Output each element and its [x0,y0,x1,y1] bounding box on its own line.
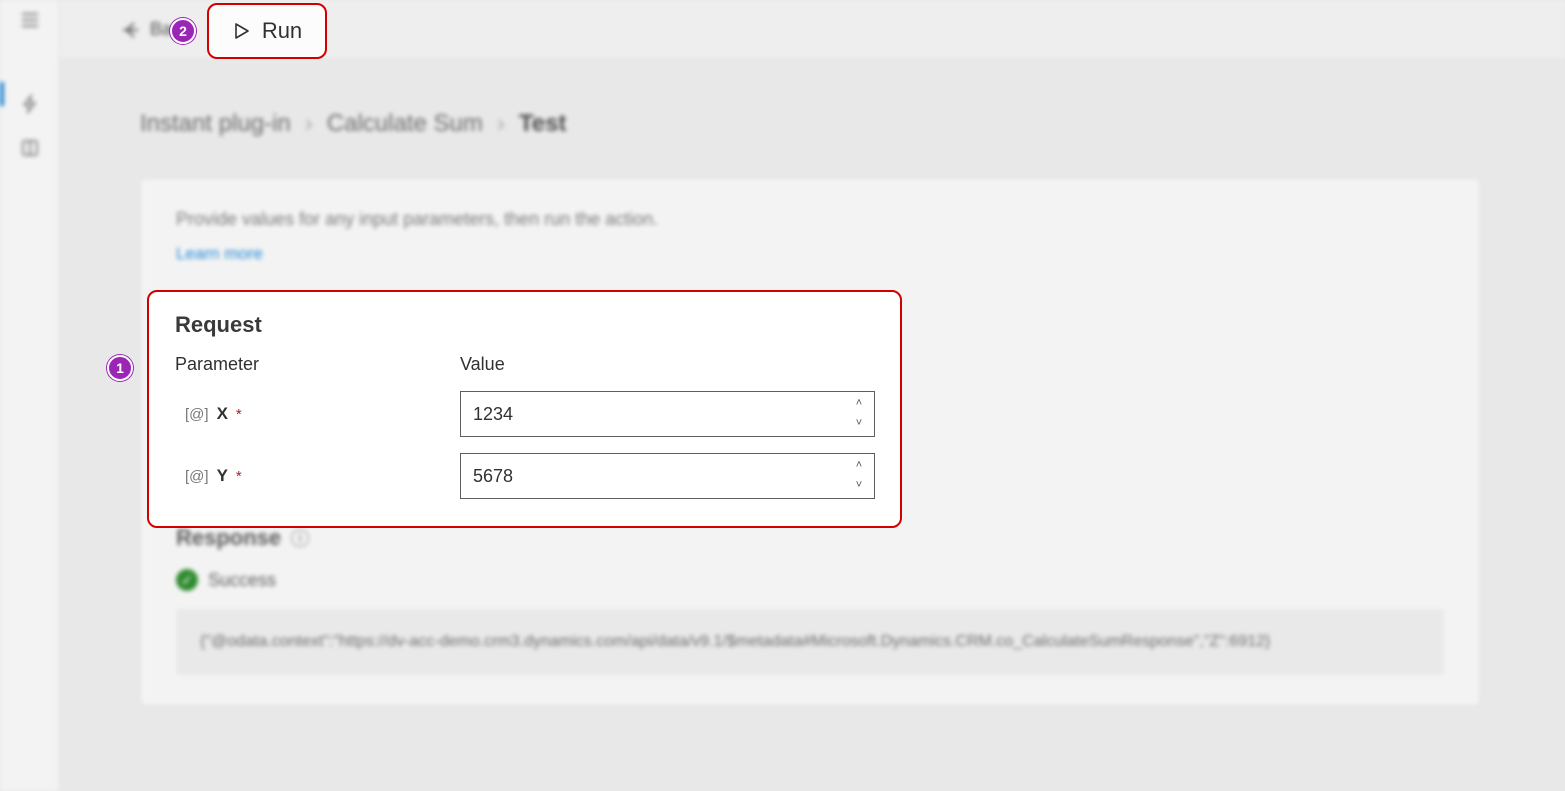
request-panel: Request Parameter Value [@] X * ˄ ˅ [@] … [147,290,902,528]
response-body: {"@odata.context":"https://dv-acc-demo.c… [176,609,1444,675]
menu-icon[interactable] [20,10,40,30]
check-circle-icon: ✓ [176,569,198,591]
param-label-y: [@] Y * [175,466,460,486]
request-title: Request [175,312,874,338]
value-header-sharp: Value [460,354,875,375]
step-up-button[interactable]: ˄ [849,395,869,412]
left-rail [0,0,60,791]
arrow-left-icon [120,19,142,41]
chevron-right-icon: › [497,110,505,138]
step-down-button[interactable]: ˅ [849,415,869,432]
book-icon[interactable] [20,138,40,158]
at-icon: [@] [185,406,209,423]
rail-accent [0,82,4,106]
required-asterisk: * [236,468,242,485]
param-label-x: [@] X * [175,404,460,424]
play-icon [232,22,250,40]
breadcrumb-item[interactable]: Calculate Sum [327,110,483,138]
step-up-button[interactable]: ˄ [849,457,869,474]
response-status: ✓ Success [176,569,1444,591]
at-icon: [@] [185,468,209,485]
run-button[interactable]: Run [207,3,327,59]
param-input-x[interactable] [460,391,875,437]
breadcrumb-item[interactable]: Instant plug-in [140,110,291,138]
info-icon[interactable]: i [291,529,309,547]
response-title: Response i [176,525,1444,551]
param-header-sharp: Parameter [175,354,460,375]
breadcrumb-current: Test [519,110,567,138]
callout-1: 1 [107,355,133,381]
chevron-right-icon: › [305,110,313,138]
instruction-text: Provide values for any input parameters,… [176,209,1444,230]
required-asterisk: * [236,406,242,423]
run-label: Run [262,18,302,44]
breadcrumb: Instant plug-in › Calculate Sum › Test [140,110,1485,138]
callout-2: 2 [170,18,196,44]
lightning-icon[interactable] [20,94,40,114]
step-down-button[interactable]: ˅ [849,477,869,494]
param-input-y[interactable] [460,453,875,499]
learn-more-link[interactable]: Learn more [176,244,263,264]
